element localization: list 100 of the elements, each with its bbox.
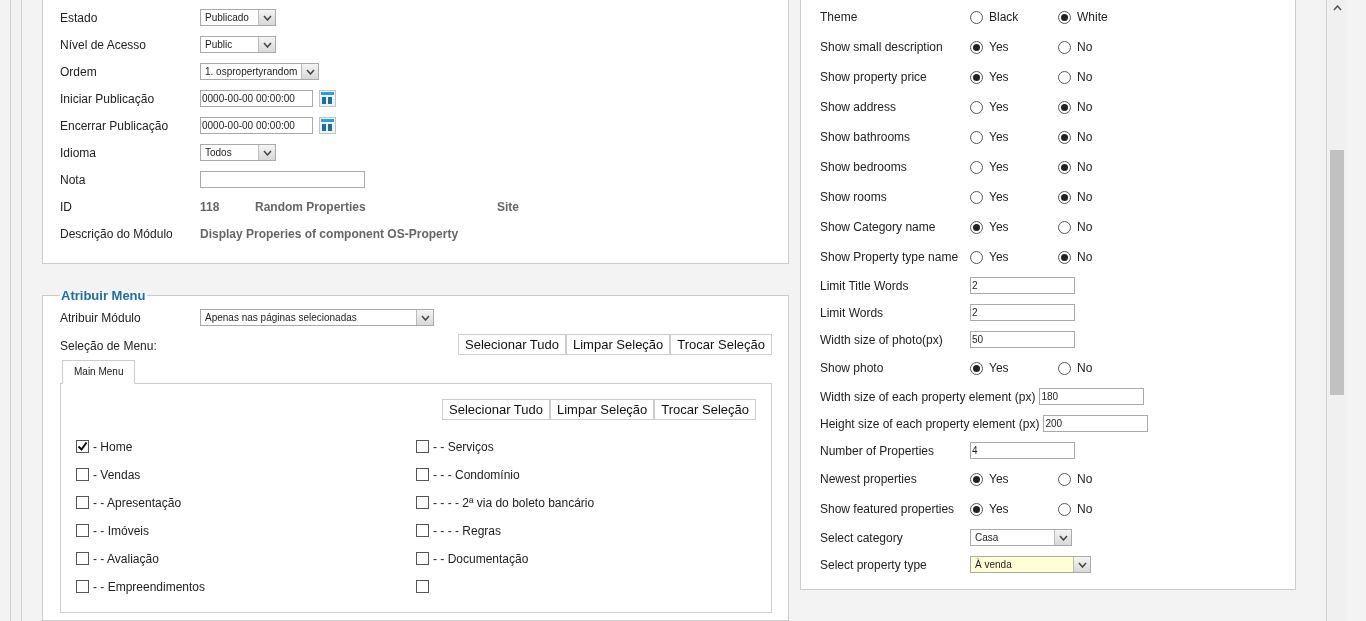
field-label: Descrição do Módulo — [60, 225, 174, 243]
scroll-up-icon[interactable] — [1332, 5, 1342, 11]
field-label: Encerrar Publicação — [60, 117, 170, 135]
select-field[interactable]: Todos — [200, 144, 276, 161]
radio-button[interactable] — [970, 250, 983, 264]
radio-button[interactable] — [970, 40, 983, 54]
radio-label: No — [1077, 129, 1093, 146]
radio-label: Yes — [989, 129, 1009, 146]
input-field[interactable]: 200 — [1043, 415, 1149, 432]
field-label: Idioma — [60, 144, 98, 162]
menu-item-label: - - Apresentação — [93, 494, 182, 512]
checkbox[interactable] — [416, 496, 429, 509]
radio-label: Yes — [989, 360, 1009, 377]
radio-button[interactable] — [1058, 472, 1071, 486]
checkbox[interactable] — [76, 524, 89, 537]
checkbox[interactable] — [76, 440, 89, 453]
radio-button[interactable] — [970, 220, 983, 234]
checkbox[interactable] — [416, 552, 429, 565]
calendar-icon[interactable] — [319, 117, 336, 134]
radio-button[interactable] — [1058, 502, 1071, 516]
radio-button[interactable] — [1058, 130, 1071, 144]
radio-label: No — [1077, 39, 1093, 56]
input-field[interactable] — [200, 171, 365, 188]
input-field[interactable]: 2 — [970, 277, 1075, 294]
radio-label: Yes — [989, 189, 1009, 206]
radio-label: No — [1077, 69, 1093, 86]
checkbox[interactable] — [416, 440, 429, 453]
input-field[interactable]: 50 — [970, 331, 1075, 348]
radio-button[interactable] — [1058, 361, 1071, 375]
field-label: Limit Title Words — [820, 277, 910, 295]
checkbox[interactable] — [416, 524, 429, 537]
field-label: Nota — [60, 171, 87, 189]
toolbar-button[interactable]: Limpar Seleção — [566, 333, 671, 355]
menu-item-label: - Home — [93, 438, 133, 456]
radio-label: White — [1077, 9, 1108, 26]
radio-button[interactable] — [970, 130, 983, 144]
field-label: Show photo — [820, 360, 885, 377]
toolbar-button[interactable]: Selecionar Tudo — [442, 398, 550, 420]
toolbar-button[interactable]: Trocar Seleção — [654, 398, 756, 420]
field-label: Height size of each property element (px) — [820, 415, 1041, 433]
radio-label: Yes — [989, 69, 1009, 86]
radio-label: Yes — [989, 471, 1009, 488]
radio-button[interactable] — [1058, 250, 1071, 264]
radio-button[interactable] — [970, 502, 983, 516]
radio-label: Yes — [989, 219, 1009, 236]
toolbar-button[interactable]: Limpar Seleção — [550, 398, 655, 420]
radio-label: Black — [989, 9, 1019, 26]
input-field[interactable]: 4 — [970, 442, 1075, 459]
radio-button[interactable] — [970, 10, 983, 24]
radio-button[interactable] — [970, 361, 983, 375]
toolbar-button[interactable]: Selecionar Tudo — [458, 333, 566, 355]
select-field[interactable]: 1. ospropertyrandom — [200, 63, 320, 80]
date-field[interactable]: 0000-00-00 00:00:00 — [200, 117, 313, 134]
radio-button[interactable] — [1058, 100, 1071, 114]
toolbar-button[interactable]: Trocar Seleção — [670, 333, 772, 355]
radio-label: No — [1077, 159, 1093, 176]
menu-item-label: - - - Condomínio — [433, 466, 520, 484]
date-field[interactable]: 0000-00-00 00:00:00 — [200, 90, 313, 107]
radio-button[interactable] — [970, 160, 983, 174]
checkbox[interactable] — [76, 580, 89, 593]
select-field[interactable]: Public — [200, 36, 276, 53]
select-field[interactable]: Apenas nas páginas selecionadas — [200, 309, 434, 326]
radio-button[interactable] — [1058, 10, 1071, 24]
field-label: Width size of each property element (px) — [820, 388, 1037, 406]
radio-button[interactable] — [1058, 220, 1071, 234]
radio-button[interactable] — [1058, 190, 1071, 204]
input-field[interactable]: 180 — [1039, 388, 1145, 405]
radio-label: No — [1077, 219, 1093, 236]
field-label: Limit Words — [820, 304, 885, 322]
tab[interactable]: Main Menu — [62, 359, 136, 384]
radio-button[interactable] — [970, 100, 983, 114]
select-field[interactable]: Casa — [970, 529, 1072, 546]
field-label: Number of Properties — [820, 442, 936, 460]
select-field[interactable]: À venda — [970, 556, 1091, 573]
radio-button[interactable] — [970, 70, 983, 84]
menu-item-label: - Vendas — [93, 466, 141, 484]
radio-button[interactable] — [1058, 40, 1071, 54]
checkbox[interactable] — [416, 580, 429, 593]
field-label: Atribuir Módulo — [60, 309, 142, 327]
checkbox[interactable] — [416, 468, 429, 481]
info-text: Display Properies of component OS-Property — [200, 225, 459, 243]
checkbox[interactable] — [76, 496, 89, 509]
radio-button[interactable] — [1058, 160, 1071, 174]
radio-button[interactable] — [1058, 70, 1071, 84]
checkbox[interactable] — [76, 468, 89, 481]
radio-button[interactable] — [970, 472, 983, 486]
select-field[interactable]: Publicado — [200, 9, 276, 26]
info-text: 118 — [200, 198, 221, 216]
radio-label: Yes — [989, 39, 1009, 56]
calendar-icon[interactable] — [319, 90, 336, 107]
radio-label: No — [1077, 501, 1093, 518]
radio-label: Yes — [989, 249, 1009, 266]
input-field[interactable]: 2 — [970, 304, 1075, 321]
radio-button[interactable] — [970, 190, 983, 204]
menu-item-label: - - Imóveis — [93, 522, 149, 540]
checkbox[interactable] — [76, 552, 89, 565]
field-label: Show Property type name — [820, 249, 960, 266]
field-label: Show rooms — [820, 189, 888, 206]
menu-item-label: - - Avaliação — [93, 550, 159, 568]
field-label: Show small description — [820, 39, 944, 56]
